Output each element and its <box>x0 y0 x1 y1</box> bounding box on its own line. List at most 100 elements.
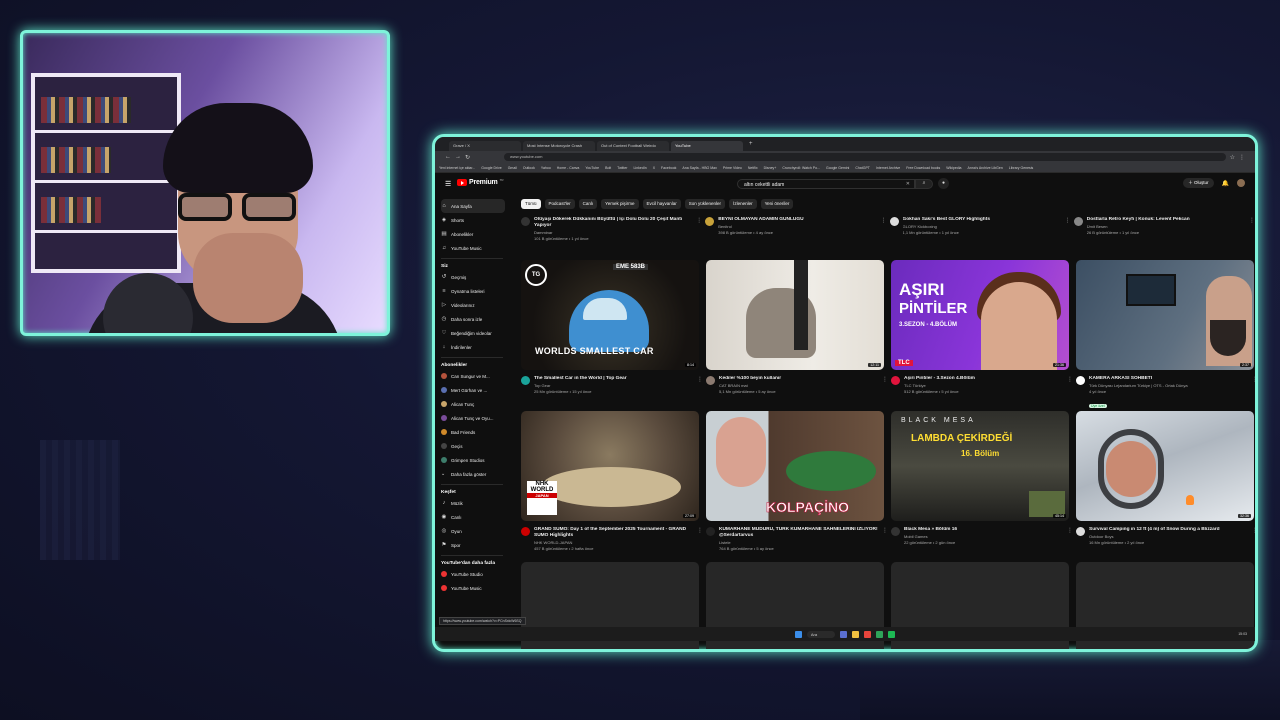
more-options-icon[interactable]: ⋮ <box>1067 527 1073 534</box>
bookmark-item[interactable]: Prime Video <box>723 166 742 170</box>
avatar[interactable] <box>1237 179 1245 187</box>
sidebar-item[interactable]: ≡ Oynatma listeleri <box>441 284 511 298</box>
video-title[interactable]: The Smallest Car in the World | Top Gear <box>534 376 699 382</box>
sidebar-item[interactable]: Alican Tunç <box>441 397 511 411</box>
sidebar-item[interactable]: YouTube Music <box>441 581 511 595</box>
bookmark-item[interactable]: Crunchyroll: Watch Po... <box>782 166 820 170</box>
bookmark-item[interactable]: Home - Canva <box>557 166 580 170</box>
bookmark-item[interactable]: Netflix <box>748 166 758 170</box>
sidebar-item[interactable]: ▷ Videolarınız <box>441 298 511 312</box>
clear-search-icon[interactable]: ✕ <box>906 181 910 187</box>
address-bar[interactable]: www.youtube.com <box>504 153 1226 161</box>
sidebar-item[interactable]: ⌂ Ana Sayfa <box>441 199 505 213</box>
video-card[interactable]: BLACK MESA LAMBDA ÇEKİRDEĞİ 16. Bölüm 45… <box>891 411 1073 559</box>
bookmark-star-icon[interactable]: ☆ <box>1230 154 1235 161</box>
menu-icon[interactable]: ☰ <box>445 180 451 188</box>
sidebar-item[interactable]: ◷ Daha sonra izle <box>441 312 511 326</box>
video-card[interactable]: 12:11 Kediler %100 beyin kullanır CAT BRA… <box>706 260 888 408</box>
more-options-icon[interactable]: ⋮ <box>696 217 702 224</box>
video-title[interactable]: BEYNİ OLMAYAN ADAMIN GÜNLÜĞÜ <box>718 217 882 223</box>
sidebar-item[interactable]: ◉ Canlı <box>441 510 511 524</box>
explorer-icon[interactable] <box>852 630 860 638</box>
sidebar-item[interactable]: Can Sungur ve M... <box>441 369 511 383</box>
more-options-icon[interactable]: ⋮ <box>1252 527 1255 534</box>
filter-chip[interactable]: Tümü <box>521 199 541 209</box>
sidebar-item[interactable]: Grimpen Studios <box>441 453 511 467</box>
bookmark-item[interactable]: X <box>653 166 655 170</box>
more-options-icon[interactable]: ⋮ <box>697 527 703 534</box>
sidebar-item[interactable]: ↺ Geçmiş <box>441 270 511 284</box>
video-card[interactable]: 32:36 Survival Camping in 12 ft (4 m) of… <box>1076 411 1255 559</box>
video-title[interactable]: Ölüyaşı Dökerek Dükkanını Büyüttü | İçi … <box>534 217 698 229</box>
bookmark-item[interactable]: ChatGPT <box>855 166 870 170</box>
channel-avatar[interactable] <box>891 376 900 385</box>
filter-chip[interactable]: Evcil hayvanlar <box>642 199 681 209</box>
video-card[interactable]: AŞIRI PİNTİLER 3.SEZON - 4.BÖLÜM TLC 21:… <box>891 260 1073 408</box>
channel-avatar[interactable] <box>1073 217 1083 226</box>
video-title[interactable]: Gokhan Saki's Best GLORY Highlights <box>903 217 1067 223</box>
channel-avatar[interactable] <box>706 376 715 385</box>
browser-tab[interactable]: YouTube <box>671 141 743 151</box>
chrome-icon[interactable] <box>864 630 872 638</box>
sidebar-item[interactable]: ♪ Müzik <box>441 496 511 510</box>
search-input[interactable]: altın cekettli adam ✕ <box>737 179 915 189</box>
sidebar-section-title[interactable]: Abonelikler <box>441 357 503 369</box>
reload-icon[interactable]: ↻ <box>465 154 470 161</box>
bookmark-item[interactable]: YouTube <box>585 166 599 170</box>
more-options-icon[interactable]: ⋮ <box>1065 217 1071 224</box>
bookmark-item[interactable]: Google Drive <box>481 166 501 170</box>
voice-search-icon[interactable]: ● <box>938 178 949 189</box>
video-title[interactable]: GRAND SUMO: Day 1 of the September 2025 … <box>534 527 699 539</box>
video-thumbnail[interactable]: 12:11 <box>706 260 884 370</box>
bookmark-item[interactable]: Gmail <box>508 166 517 170</box>
bookmark-item[interactable]: Bolt <box>605 166 611 170</box>
video-title[interactable]: Kediler %100 beyin kullanır <box>719 376 884 382</box>
bookmark-item[interactable]: Anna's Archive LibGen <box>967 166 1002 170</box>
video-title[interactable]: Dostlarla Retro Keyfi | Konuk: Levent Pe… <box>1087 217 1251 223</box>
video-title[interactable]: KAMERA ARKASI SOHBETİ <box>1089 376 1254 382</box>
video-card[interactable]: EME 583B TG WORLDS SMALLEST CAR 8:14 The… <box>521 260 703 408</box>
bookmark-item[interactable]: Twitter <box>617 166 627 170</box>
sidebar-item[interactable]: YouTube Studio <box>441 567 511 581</box>
video-thumbnail[interactable]: 32:36 <box>1076 411 1254 521</box>
more-options-icon[interactable]: ⋮ <box>1067 376 1073 383</box>
sidebar-item[interactable]: ♡ Beğendiğim videolar <box>441 326 511 340</box>
channel-avatar[interactable] <box>521 527 530 536</box>
bookmark-item[interactable]: Facebook <box>661 166 676 170</box>
sidebar-item[interactable]: Geçis <box>441 439 511 453</box>
video-card[interactable]: NHK WORLD JAPAN 27:09 GRAND SUMO: Day 1 … <box>521 411 703 559</box>
video-title[interactable]: Aşırı Pintiler - 3.Sezon 4.Bölüm <box>904 376 1069 382</box>
video-thumbnail[interactable]: NHK WORLD JAPAN 27:09 <box>521 411 699 521</box>
notifications-icon[interactable]: 🔔 <box>1222 180 1229 187</box>
video-thumbnail[interactable]: AŞIRI PİNTİLER 3.SEZON - 4.BÖLÜM TLC 21:… <box>891 260 1069 370</box>
spotify-icon[interactable] <box>888 630 896 638</box>
bookmark-item[interactable]: Library Genesis <box>1009 166 1034 170</box>
bookmark-item[interactable]: LinkedIn <box>633 166 646 170</box>
video-title[interactable]: Survival Camping in 12 ft (4 m) of Snow … <box>1089 527 1254 533</box>
channel-avatar[interactable] <box>705 217 715 226</box>
video-card[interactable]: 2:37 KAMERA ARKASI SOHBETİ Türk Dünyası L… <box>1076 260 1255 408</box>
filter-chip[interactable]: Son yüklenenler <box>684 199 726 209</box>
channel-avatar[interactable] <box>1076 376 1085 385</box>
browser-tab[interactable]: Out of Context Football Weirdo <box>597 141 669 151</box>
more-options-icon[interactable]: ⋮ <box>882 376 888 383</box>
channel-avatar[interactable] <box>521 376 530 385</box>
video-thumbnail[interactable]: 2:37 <box>1076 260 1254 370</box>
bookmark-item[interactable]: Yahoo <box>541 166 551 170</box>
sidebar-item[interactable]: ▤ Abonelikler <box>441 227 511 241</box>
more-options-icon[interactable]: ⋮ <box>882 527 888 534</box>
browser-tab[interactable]: Grave / X <box>449 141 521 151</box>
video-thumbnail[interactable]: KOLPAÇİNO <box>706 411 884 521</box>
filter-chip[interactable]: İzlenenler <box>729 199 757 209</box>
channel-avatar[interactable] <box>889 217 899 226</box>
more-options-icon[interactable]: ⋮ <box>697 376 703 383</box>
back-icon[interactable]: ← <box>445 154 451 160</box>
more-options-icon[interactable]: ⋮ <box>1252 376 1255 383</box>
sidebar-item[interactable]: Bad Friends <box>441 425 511 439</box>
sidebar-section-title[interactable]: Siz <box>441 258 503 270</box>
create-button[interactable]: ＋ Oluştur <box>1183 178 1214 188</box>
more-options-icon[interactable]: ⋮ <box>881 217 887 224</box>
extensions-icon[interactable]: ⋮ <box>1239 154 1245 161</box>
taskbar-search[interactable]: Ara <box>806 630 836 638</box>
video-thumbnail[interactable]: EME 583B TG WORLDS SMALLEST CAR 8:14 <box>521 260 699 370</box>
